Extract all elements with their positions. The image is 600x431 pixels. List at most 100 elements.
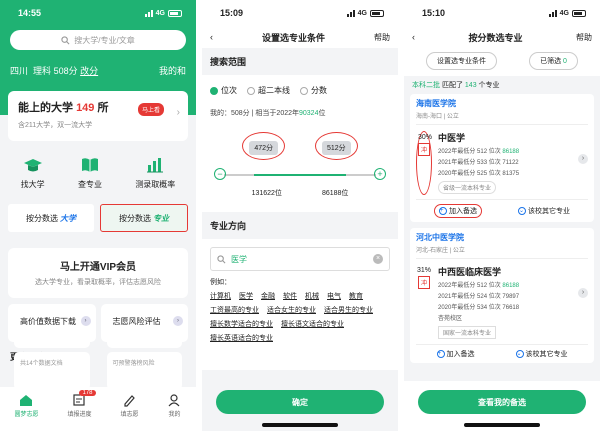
radio-label: 超二本线 (258, 86, 290, 95)
university-location: 海南-海口 | 公立 (416, 111, 588, 125)
section-major-direction: 专业方向 (202, 212, 398, 239)
tab-label: 圆梦志愿 (14, 412, 39, 418)
tag-link[interactable]: 机械 (305, 291, 319, 301)
score-row: 2021年最低分 524 位次 79897 (438, 291, 519, 300)
rank-word: 位次 (488, 294, 501, 300)
major-card[interactable]: 河北中医学院 河北-石家庄 | 公立 31% 冲 中西医临床医学 2022年最低分… (410, 228, 594, 363)
view-shortlist-button[interactable]: 查看我的备选 (418, 390, 586, 414)
card-count: 149 (76, 102, 95, 114)
data-download-card[interactable]: 高价值数据下载 共14个数据文档 › (8, 304, 96, 390)
network-label: 4G (155, 9, 165, 17)
other-majors-button[interactable]: ⌄ 该校其它专业 (518, 204, 570, 218)
tag-link[interactable]: 电气 (327, 291, 341, 301)
view-now-button[interactable]: 马上看 (137, 103, 164, 116)
tag-link[interactable]: 软件 (283, 291, 297, 301)
home-indicator (464, 423, 540, 427)
tag-link[interactable]: 擅长语文适合的专业 (281, 319, 344, 329)
status-bar: 15:10 4G (404, 0, 600, 26)
score-low[interactable]: 472分 (249, 141, 278, 155)
slider-fill (254, 174, 346, 176)
min-score: 524 (477, 294, 488, 300)
score-high[interactable]: 512分 (322, 141, 351, 155)
score-row: 2022年最低分 512 位次 86188 (438, 280, 519, 289)
select-by-score-major[interactable]: 按分数选 专业 (100, 204, 188, 232)
tag-link[interactable]: 工资最高的专业 (210, 305, 259, 315)
signal-icon (346, 9, 355, 17)
search-input[interactable]: 搜大学/专业/文章 (10, 30, 186, 50)
arrow-right-icon: › (80, 316, 91, 326)
tag-link[interactable]: 医学 (239, 291, 253, 301)
score-high-wrap: 512分 (315, 132, 358, 160)
battery-icon (572, 9, 586, 17)
page-title: 按分数选专业 (468, 32, 523, 43)
range-slider[interactable]: − + (214, 168, 386, 182)
grid-label: 找大学 (20, 180, 45, 189)
phone-results: 15:10 4G ‹ 按分数选专业 帮助 设置选专业条件 已筛选 0 本科二批 … (404, 0, 600, 431)
radio-label: 分数 (311, 86, 327, 95)
radio-score[interactable]: 分数 (300, 85, 327, 96)
major-search-input[interactable]: 医学 × (210, 247, 390, 271)
tag-link[interactable]: 适合女生的专业 (267, 305, 316, 315)
my-link[interactable]: 我的和 (159, 64, 186, 77)
add-to-shortlist-button[interactable]: + 加入备选 (434, 204, 482, 218)
help-link[interactable]: 帮助 (374, 32, 390, 43)
find-major-button[interactable]: 查专业 (78, 155, 102, 190)
progress-badge: 178 (79, 390, 96, 396)
university-name[interactable]: 河北中医学院 (416, 232, 588, 243)
minus-icon[interactable]: − (214, 168, 226, 180)
tag-link[interactable]: 计算机 (210, 291, 231, 301)
tag-link[interactable]: 适合男生的专业 (324, 305, 373, 315)
vip-banner[interactable]: 马上开通VIP会员 选大学专业，看录取概率，评估志愿风险 (8, 248, 188, 298)
clear-icon[interactable]: × (373, 254, 383, 264)
back-icon[interactable]: ‹ (210, 32, 213, 42)
other-majors-button[interactable]: ⌄ 该校其它专业 (515, 349, 568, 359)
match-label: 匹配了 (441, 82, 463, 89)
seg-tag: 专业 (153, 213, 169, 223)
radio-circle-icon (210, 86, 218, 95)
available-universities-card[interactable]: 能上的大学 149 所 含211大学，双一流大学 马上看 › (8, 91, 188, 141)
plus-circle-icon: + (439, 207, 447, 215)
phone-home: 14:55 4G 搜大学/专业/文章 四川 理科 508分 改分 我的和 能上的… (0, 0, 196, 431)
score-select-row: 按分数选 大学 按分数选 专业 (8, 204, 188, 232)
tab-me[interactable]: 我的 (167, 393, 181, 431)
plus-icon[interactable]: + (374, 168, 386, 180)
add-to-shortlist-button[interactable]: + 加入备选 (436, 349, 475, 359)
back-icon[interactable]: ‹ (412, 32, 415, 42)
tag-link[interactable]: 教育 (349, 291, 363, 301)
help-link[interactable]: 帮助 (576, 32, 592, 43)
tab-fill[interactable]: 填志愿 (120, 393, 139, 431)
card-subtitle: 含211大学，双一流大学 (18, 122, 93, 129)
admission-probability-button[interactable]: 测录取概率 (135, 155, 175, 190)
tab-home[interactable]: 圆梦志愿 (14, 393, 39, 431)
min-score: 525 (477, 171, 488, 177)
rank-word: 位次 (488, 283, 501, 289)
chevron-right-icon[interactable]: › (578, 154, 588, 164)
vip-title: 马上开通VIP会员 (59, 262, 137, 273)
tag-link[interactable]: 擅长英语适合的专业 (210, 333, 273, 343)
probability: 31% (417, 267, 432, 274)
university-name[interactable]: 海南医学院 (416, 98, 588, 109)
major-card[interactable]: 海南医学院 海南-海口 | 公立 30% 冲 中医学 2022年最低分 512 位… (410, 94, 594, 222)
chevron-right-icon[interactable]: › (578, 288, 588, 298)
tag-link[interactable]: 擅长数学适合的专业 (210, 319, 273, 329)
box-subtitle: 可预警落榜风险 (106, 352, 182, 390)
radio-over-line[interactable]: 超二本线 (247, 85, 290, 96)
select-by-score-university[interactable]: 按分数选 大学 (8, 204, 94, 232)
batch-label: 本科二批 (412, 82, 440, 89)
min-score: 534 (477, 305, 488, 311)
box-title: 志愿风险评估 (106, 310, 182, 348)
radio-rank[interactable]: 位次 (210, 85, 237, 96)
tab-filtered[interactable]: 已筛选 0 (529, 52, 578, 70)
signal-icon (548, 9, 557, 17)
example-tags: 计算机 医学 金融 软件 机械 电气 教育 工资最高的专业 适合女生的专业 适合… (202, 289, 398, 345)
probability-wrap: 31% 冲 (416, 265, 432, 340)
confirm-button[interactable]: 确定 (216, 390, 384, 414)
tag-link[interactable]: 金融 (261, 291, 275, 301)
find-university-button[interactable]: 找大学 (21, 155, 45, 190)
tab-set-conditions[interactable]: 设置选专业条件 (426, 52, 498, 70)
tab-progress[interactable]: 178 填报进度 (67, 390, 96, 431)
risk-assessment-card[interactable]: 志愿风险评估 可预警落榜风险 › (100, 304, 188, 390)
change-score-link[interactable]: 改分 (80, 66, 98, 76)
year-label: 2022年最低分 (438, 283, 476, 289)
rank-low: 131622位 (251, 190, 282, 197)
